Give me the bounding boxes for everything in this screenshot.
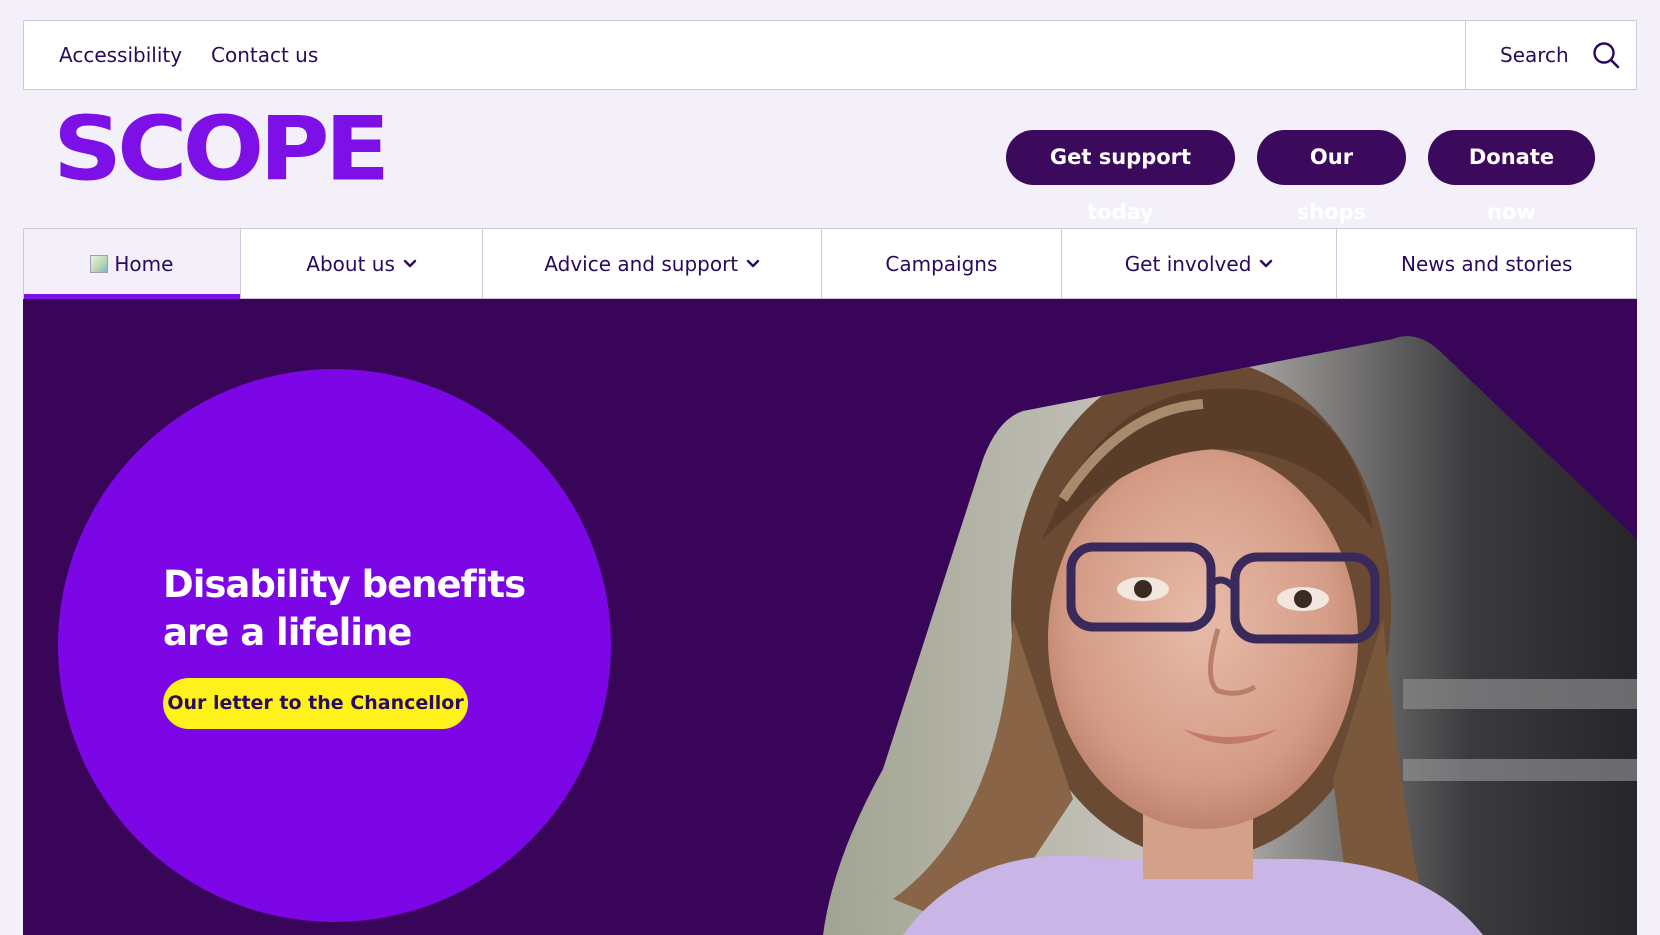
broken-image-icon: [90, 254, 109, 273]
our-shops-button[interactable]: Our shops: [1257, 130, 1406, 224]
nav-label: Home: [114, 251, 174, 276]
nav-label: Campaigns: [885, 251, 998, 276]
hero-title: Disability benefits are a lifeline: [163, 561, 563, 657]
chancellor-letter-button[interactable]: Our letter to the Chancellor: [163, 678, 468, 729]
nav-item-get-involved[interactable]: Get involved: [1062, 229, 1338, 298]
get-support-button[interactable]: Get support today: [1006, 130, 1235, 224]
nav-item-campaigns[interactable]: Campaigns: [822, 229, 1062, 298]
nav-item-home[interactable]: Home: [24, 229, 241, 299]
nav-item-news[interactable]: News and stories: [1337, 229, 1636, 298]
chevron-down-icon: [403, 259, 417, 267]
header: SCOPE Get support today Our shops Donate…: [23, 90, 1637, 228]
main-nav: Home About us Advice and support Campaig…: [23, 228, 1637, 299]
search-label: Search: [1500, 43, 1569, 67]
utility-bar: Accessibility Contact us Search: [23, 20, 1637, 90]
nav-label: News and stories: [1400, 251, 1573, 276]
hero-title-line-1: Disability benefits: [163, 563, 526, 606]
chevron-down-icon: [1260, 259, 1273, 267]
nav-label: Advice and support: [544, 251, 739, 276]
nav-item-advice[interactable]: Advice and support: [483, 229, 823, 298]
nav-label: Get involved: [1124, 251, 1252, 276]
chevron-down-icon: [746, 259, 760, 267]
accessibility-link[interactable]: Accessibility: [59, 21, 182, 89]
search-button[interactable]: Search: [1465, 21, 1636, 89]
nav-label: About us: [306, 251, 395, 276]
nav-item-about[interactable]: About us: [241, 229, 484, 298]
donate-button[interactable]: Donate now: [1428, 130, 1595, 224]
hero-banner: Disability benefits are a lifeline Our l…: [23, 299, 1637, 935]
search-icon: [1593, 42, 1620, 69]
scope-logo[interactable]: SCOPE: [53, 105, 390, 193]
page-frame: Accessibility Contact us Search SCOPE Ge…: [23, 0, 1637, 935]
contact-link[interactable]: Contact us: [211, 21, 318, 89]
hero-title-line-2: are a lifeline: [163, 611, 412, 654]
